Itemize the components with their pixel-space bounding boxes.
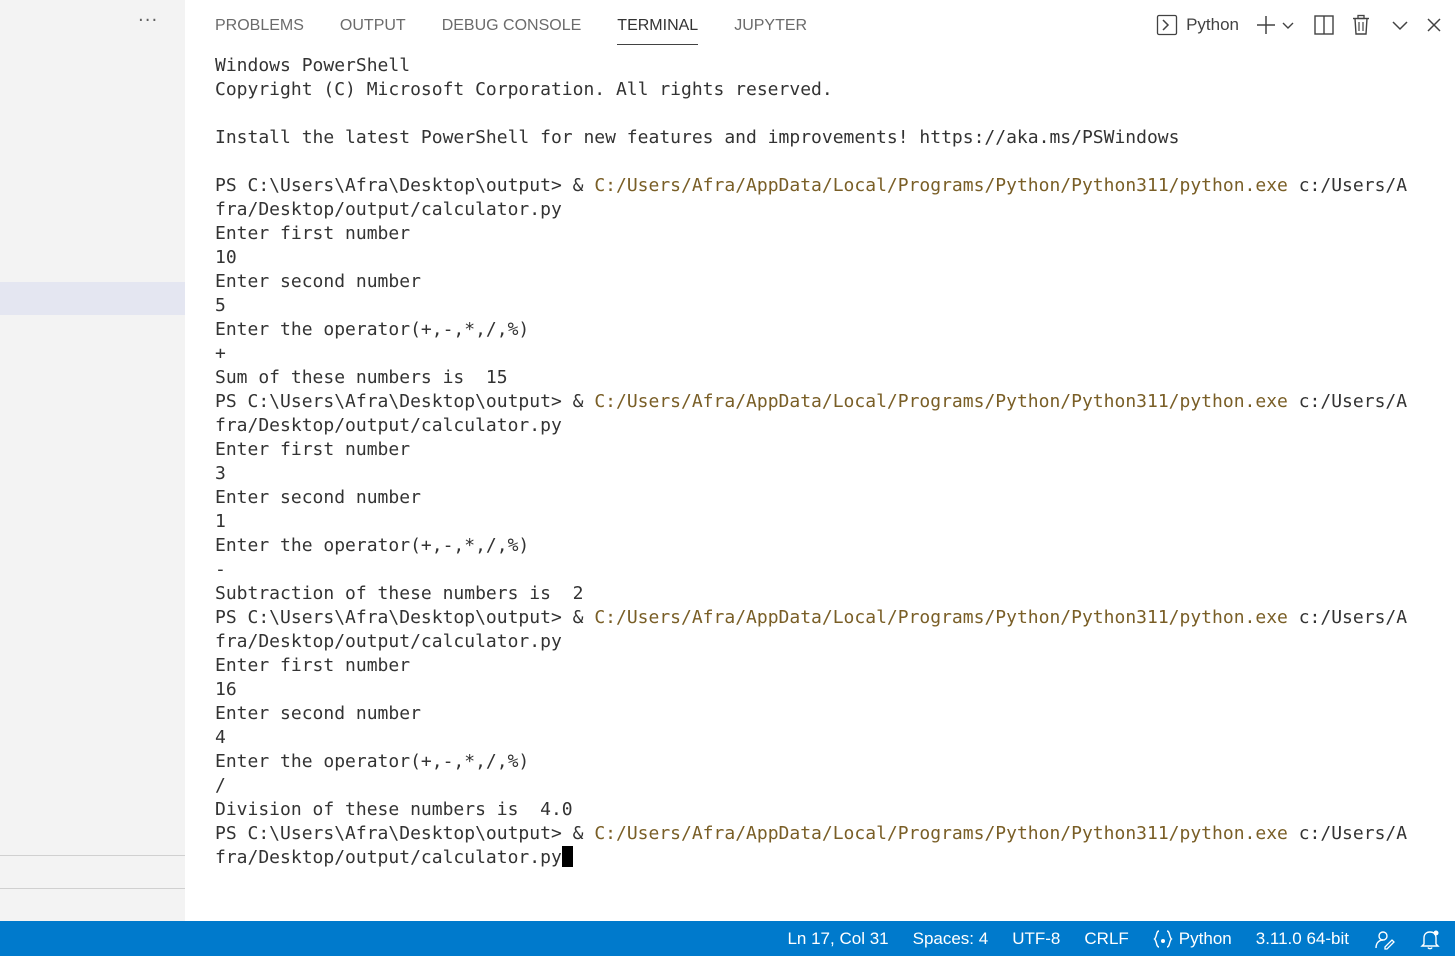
new-terminal-button[interactable] xyxy=(1255,14,1277,36)
script-argument: fra/Desktop/output/calculator.py xyxy=(215,199,562,220)
tab-terminal[interactable]: TERMINAL xyxy=(617,0,698,50)
terminal-line: 16 xyxy=(215,679,237,700)
encoding[interactable]: UTF-8 xyxy=(1012,929,1060,949)
terminal-line: Windows PowerShell xyxy=(215,55,411,76)
terminal-line: Enter second number xyxy=(215,271,421,292)
python-executable-path: C:/Users/Afra/AppData/Local/Programs/Pyt… xyxy=(594,175,1288,196)
terminal-prompt: PS C:\Users\Afra\Desktop\output> xyxy=(215,607,573,628)
terminal-icon xyxy=(1156,14,1178,36)
terminal-line: 4 xyxy=(215,727,226,748)
feedback-icon xyxy=(1373,928,1395,950)
sidebar: ··· xyxy=(0,0,185,921)
split-terminal-button[interactable] xyxy=(1313,14,1335,36)
shell-label: Python xyxy=(1186,15,1239,34)
bottom-panel: PROBLEMS OUTPUT DEBUG CONSOLE TERMINAL J… xyxy=(185,0,1455,921)
split-icon xyxy=(1313,14,1335,36)
launch-profile-dropdown[interactable] xyxy=(1281,18,1295,32)
terminal-command-line: PS C:\Users\Afra\Desktop\output> & C:/Us… xyxy=(215,822,1435,846)
language-mode[interactable]: Python xyxy=(1153,929,1232,949)
terminal-prompt: PS C:\Users\Afra\Desktop\output> xyxy=(215,391,573,412)
terminal-line: 1 xyxy=(215,511,226,532)
script-argument: fra/Desktop/output/calculator.py xyxy=(215,415,562,436)
close-panel-button[interactable] xyxy=(1425,16,1443,34)
line-endings[interactable]: CRLF xyxy=(1084,929,1128,949)
terminal-line: 10 xyxy=(215,247,237,268)
terminal-line: 3 xyxy=(215,463,226,484)
panel-tabs: PROBLEMS OUTPUT DEBUG CONSOLE TERMINAL J… xyxy=(215,0,843,50)
terminal-output[interactable]: Windows PowerShell Copyright (C) Microsof… xyxy=(215,54,1435,870)
terminal-line: Enter first number xyxy=(215,655,411,676)
terminal-cursor xyxy=(561,846,573,867)
terminal-line: Division of these numbers is 4.0 xyxy=(215,799,573,820)
kill-terminal-button[interactable] xyxy=(1351,14,1371,36)
terminal-command-line: PS C:\Users\Afra\Desktop\output> & C:/Us… xyxy=(215,606,1435,630)
tab-problems[interactable]: PROBLEMS xyxy=(215,0,304,50)
script-argument: c:/Users/A xyxy=(1287,607,1408,628)
chevron-down-icon xyxy=(1281,18,1295,32)
tab-output[interactable]: OUTPUT xyxy=(340,0,406,50)
python-executable-path: C:/Users/Afra/AppData/Local/Programs/Pyt… xyxy=(594,823,1288,844)
python-interpreter[interactable]: 3.11.0 64-bit xyxy=(1256,929,1349,949)
notifications-button[interactable] xyxy=(1419,928,1441,950)
sidebar-divider xyxy=(0,855,185,856)
terminal-line: 5 xyxy=(215,295,226,316)
maximize-panel-button[interactable] xyxy=(1391,16,1409,34)
sidebar-selected-item[interactable] xyxy=(0,282,185,315)
terminal-line: Enter second number xyxy=(215,703,421,724)
terminal-command-line-wrap: fra/Desktop/output/calculator.py xyxy=(215,630,1435,654)
terminal-command-line-wrap: fra/Desktop/output/calculator.py xyxy=(215,414,1435,438)
call-operator: & xyxy=(572,607,595,628)
terminal-line: + xyxy=(215,343,226,364)
terminal-line: Enter first number xyxy=(215,223,411,244)
terminal-line: Copyright (C) Microsoft Corporation. All… xyxy=(215,79,833,100)
script-argument: c:/Users/A xyxy=(1287,823,1408,844)
terminal-line: Sum of these numbers is 15 xyxy=(215,367,508,388)
terminal-line: Enter the operator(+,-,*,/,%) xyxy=(215,319,530,340)
status-bar: Ln 17, Col 31 Spaces: 4 UTF-8 CRLF Pytho… xyxy=(0,921,1455,956)
braces-icon xyxy=(1153,929,1173,949)
terminal-prompt: PS C:\Users\Afra\Desktop\output> xyxy=(215,175,573,196)
terminal-shell-selector[interactable]: Python xyxy=(1156,14,1255,36)
terminal-line: Subtraction of these numbers is 2 xyxy=(215,583,584,604)
vscode-window: ··· PROBLEMS OUTPUT DEBUG CONSOLE TERMIN… xyxy=(0,0,1455,956)
plus-icon xyxy=(1255,14,1277,36)
close-icon xyxy=(1425,16,1443,34)
python-executable-path: C:/Users/Afra/AppData/Local/Programs/Pyt… xyxy=(594,607,1288,628)
terminal-line: Enter second number xyxy=(215,487,421,508)
language-label: Python xyxy=(1178,928,1232,948)
terminal-command-line-wrap: fra/Desktop/output/calculator.py xyxy=(215,846,1435,870)
terminal-command-line-wrap: fra/Desktop/output/calculator.py xyxy=(215,198,1435,222)
call-operator: & xyxy=(572,175,595,196)
terminal-command-line: PS C:\Users\Afra\Desktop\output> & C:/Us… xyxy=(215,390,1435,414)
terminal-line: Install the latest PowerShell for new fe… xyxy=(215,127,1180,148)
call-operator: & xyxy=(572,391,595,412)
bell-icon xyxy=(1419,928,1441,950)
tab-jupyter[interactable]: JUPYTER xyxy=(734,0,807,50)
trash-icon xyxy=(1351,14,1371,36)
more-actions-icon[interactable]: ··· xyxy=(138,10,158,31)
script-argument: c:/Users/A xyxy=(1287,391,1408,412)
script-argument: c:/Users/A xyxy=(1287,175,1408,196)
terminal-line: Enter the operator(+,-,*,/,%) xyxy=(215,535,530,556)
tab-debug-console[interactable]: DEBUG CONSOLE xyxy=(442,0,582,50)
script-argument: fra/Desktop/output/calculator.py xyxy=(215,631,562,652)
chevron-down-icon xyxy=(1391,16,1409,34)
call-operator: & xyxy=(572,823,595,844)
cursor-position[interactable]: Ln 17, Col 31 xyxy=(787,929,888,949)
terminal-command-line: PS C:\Users\Afra\Desktop\output> & C:/Us… xyxy=(215,174,1435,198)
indentation[interactable]: Spaces: 4 xyxy=(913,929,989,949)
python-executable-path: C:/Users/Afra/AppData/Local/Programs/Pyt… xyxy=(594,391,1288,412)
terminal-line: Enter the operator(+,-,*,/,%) xyxy=(215,751,530,772)
panel-actions: Python xyxy=(1156,0,1443,50)
terminal-line: Enter first number xyxy=(215,439,411,460)
terminal-line: - xyxy=(215,559,226,580)
terminal-line: / xyxy=(215,775,226,796)
terminal-prompt: PS C:\Users\Afra\Desktop\output> xyxy=(215,823,573,844)
script-argument: fra/Desktop/output/calculator.py xyxy=(215,847,562,868)
sidebar-divider xyxy=(0,888,185,889)
feedback-button[interactable] xyxy=(1373,928,1395,950)
